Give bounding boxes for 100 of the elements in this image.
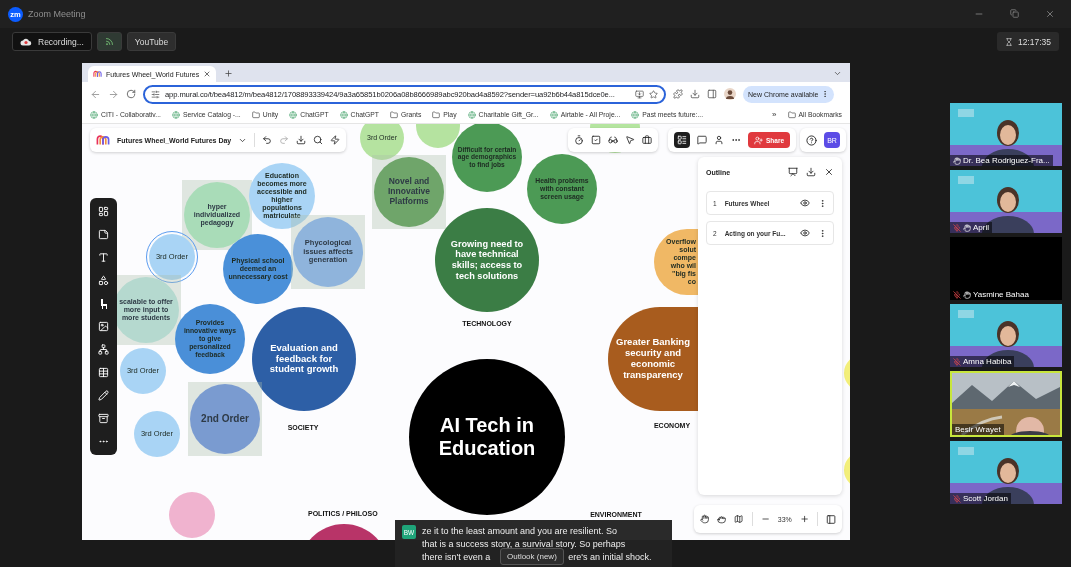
shapes-icon[interactable] bbox=[98, 275, 109, 286]
reload-icon[interactable] bbox=[126, 89, 136, 99]
grab-icon[interactable] bbox=[717, 514, 727, 524]
image-icon[interactable] bbox=[98, 321, 109, 332]
participant-name: April bbox=[973, 223, 989, 232]
site-settings-icon[interactable] bbox=[151, 89, 160, 99]
caption-line: there isn't even a bbox=[422, 551, 491, 564]
globe-icon bbox=[467, 110, 476, 119]
folder-icon bbox=[251, 110, 260, 119]
folder-icon bbox=[432, 110, 441, 119]
forward-icon[interactable] bbox=[108, 88, 119, 100]
presentation-icon[interactable] bbox=[788, 167, 798, 177]
folder-icon bbox=[389, 110, 398, 119]
video-tile[interactable]: Yasmine Bahaa bbox=[950, 237, 1062, 300]
templates-icon[interactable] bbox=[98, 206, 109, 217]
archive-icon[interactable] bbox=[98, 413, 109, 424]
text-icon[interactable] bbox=[98, 252, 109, 263]
more-bookmarks[interactable]: » bbox=[772, 110, 777, 119]
globe-icon bbox=[631, 110, 640, 119]
person-icon[interactable] bbox=[714, 135, 724, 145]
caption-line: ze it to the least amount and you are resilient. So bbox=[422, 525, 619, 538]
video-tile[interactable]: April bbox=[950, 170, 1062, 233]
globe-icon bbox=[171, 110, 180, 119]
back-icon[interactable] bbox=[90, 88, 101, 100]
hand-icon bbox=[963, 223, 971, 232]
eye-icon[interactable] bbox=[800, 228, 810, 238]
globe-icon bbox=[289, 110, 298, 119]
diagram-icon[interactable] bbox=[98, 344, 109, 355]
glasses-icon[interactable] bbox=[608, 135, 618, 145]
mic-off-icon bbox=[953, 494, 961, 503]
undo-icon[interactable] bbox=[262, 135, 273, 145]
folder-icon bbox=[787, 110, 796, 119]
logo bbox=[93, 70, 102, 78]
new-tab-icon[interactable] bbox=[224, 68, 234, 78]
download-icon[interactable] bbox=[806, 167, 816, 177]
recording-button[interactable]: Recording... bbox=[12, 32, 92, 51]
checkbox-icon[interactable] bbox=[591, 135, 601, 145]
close-icon[interactable] bbox=[203, 70, 212, 78]
comment-icon[interactable] bbox=[697, 135, 707, 145]
star-icon[interactable] bbox=[649, 89, 658, 99]
logo bbox=[96, 134, 110, 146]
idea-bubble[interactable]: 2nd Order bbox=[190, 384, 260, 454]
meeting-timer: 12:17:35 bbox=[1017, 36, 1051, 47]
video-tile[interactable]: Dr. Bea Rodriguez-Fra... bbox=[950, 103, 1062, 166]
rss-icon bbox=[104, 37, 114, 46]
idea-bubble[interactable]: Novel and Innovative Platforms bbox=[374, 157, 444, 227]
close-icon[interactable] bbox=[824, 167, 834, 177]
side-panel-icon[interactable] bbox=[707, 89, 717, 99]
tooltip: Outlook (new) bbox=[500, 548, 564, 565]
install-icon[interactable] bbox=[635, 89, 644, 99]
hand-icon[interactable] bbox=[700, 514, 710, 524]
mic-off-icon bbox=[953, 290, 961, 299]
caption-line: that is a success story, a survival story. So perhaps bbox=[422, 538, 627, 551]
profile-avatar[interactable] bbox=[724, 88, 736, 100]
pencil-icon[interactable] bbox=[98, 390, 109, 401]
help-icon[interactable] bbox=[806, 134, 817, 146]
briefcase-icon[interactable] bbox=[642, 135, 652, 145]
map-icon[interactable] bbox=[734, 514, 744, 524]
hourglass-icon bbox=[1004, 37, 1013, 46]
add-person-icon bbox=[754, 135, 763, 145]
participant-name: Scott Jordan bbox=[963, 494, 1008, 503]
livestream-button[interactable] bbox=[96, 32, 122, 51]
lightning-icon[interactable] bbox=[330, 135, 341, 145]
globe-icon bbox=[549, 110, 558, 119]
participant-name: Amna Habiba bbox=[963, 357, 1012, 366]
timer-icon[interactable] bbox=[574, 135, 584, 145]
pointer-icon[interactable] bbox=[625, 135, 635, 145]
idea-bubble[interactable]: Evaluation and feedback for student growth bbox=[252, 307, 356, 411]
panel-icon[interactable] bbox=[825, 513, 836, 525]
table-icon[interactable] bbox=[98, 367, 109, 378]
globe-icon bbox=[339, 110, 348, 119]
video-tile[interactable]: Besir Wrayet bbox=[950, 371, 1062, 437]
close-icon[interactable] bbox=[1045, 9, 1055, 19]
video-tile[interactable]: Amna Habiba bbox=[950, 304, 1062, 367]
participant-name: Besir Wrayet bbox=[955, 425, 1001, 434]
more-icon[interactable] bbox=[818, 198, 827, 208]
idea-bubble[interactable]: Growing need to have technical skills; access to tech solutions bbox=[435, 208, 539, 312]
hand-icon bbox=[963, 290, 971, 299]
cloud-icon bbox=[20, 37, 32, 46]
globe-icon bbox=[90, 110, 98, 119]
mic-off-icon bbox=[953, 223, 961, 232]
restore-icon[interactable] bbox=[1010, 9, 1019, 18]
video-tile[interactable]: Scott Jordan bbox=[950, 441, 1062, 504]
window-title: Zoom Meeting bbox=[28, 9, 86, 19]
layout-button[interactable] bbox=[674, 132, 690, 148]
download-icon[interactable] bbox=[296, 135, 307, 145]
download-icon[interactable] bbox=[690, 89, 700, 99]
idea-bubble[interactable]: AI Tech in Education bbox=[409, 359, 565, 515]
layout-icon bbox=[677, 135, 687, 145]
more-icon[interactable] bbox=[818, 228, 827, 238]
eye-icon[interactable] bbox=[800, 198, 810, 208]
zoom-in-icon[interactable] bbox=[799, 514, 809, 524]
sticky-note-icon[interactable] bbox=[98, 229, 109, 240]
extensions-icon[interactable] bbox=[673, 89, 683, 99]
participant-name: Dr. Bea Rodriguez-Fra... bbox=[963, 156, 1050, 165]
mic-off-icon bbox=[953, 357, 961, 366]
search-icon[interactable] bbox=[313, 135, 324, 145]
idea-bubble[interactable]: Greater Banking security and economic transparency bbox=[608, 307, 698, 411]
participant-name: Yasmine Bahaa bbox=[973, 290, 1029, 299]
stream-button[interactable]: YouTube bbox=[126, 32, 177, 51]
